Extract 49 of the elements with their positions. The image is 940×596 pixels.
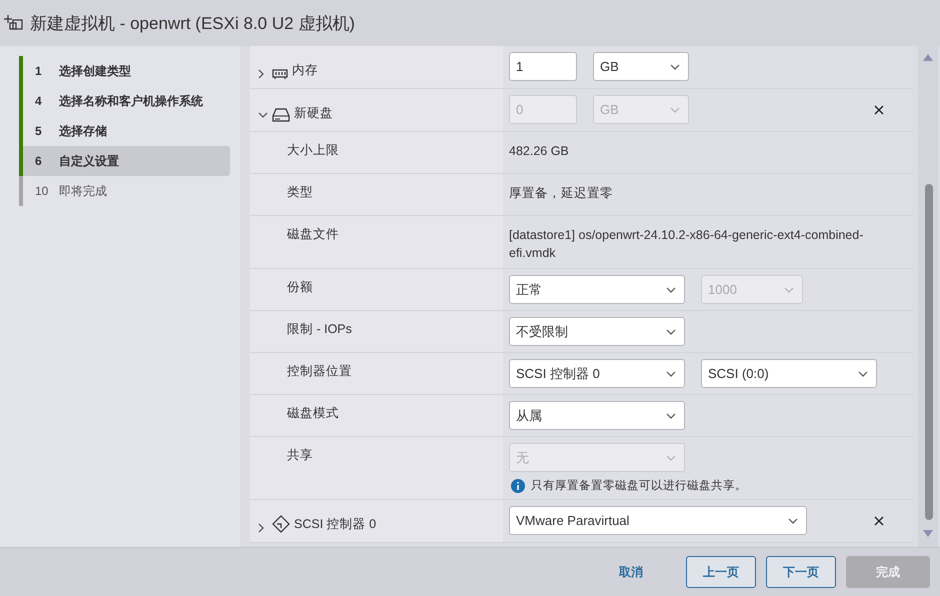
chevron-down-icon xyxy=(666,370,676,376)
memory-icon xyxy=(272,69,288,79)
dropdown[interactable]: 从属 xyxy=(509,401,685,430)
remove-button[interactable] xyxy=(874,104,884,114)
field-label: 共享 xyxy=(287,447,313,464)
field-label: 份额 xyxy=(287,279,313,296)
dropdown[interactable]: GB xyxy=(593,52,689,81)
chevron-down-icon xyxy=(670,64,680,70)
chevron-down-icon xyxy=(670,106,680,112)
field-label: 内存 xyxy=(292,62,318,79)
dropdown[interactable]: SCSI 控制器 0 xyxy=(509,359,685,388)
field-label: 新硬盘 xyxy=(294,105,333,122)
field-label: 类型 xyxy=(287,184,313,201)
remove-button[interactable] xyxy=(874,516,884,526)
field-label: 限制 - IOPs xyxy=(287,321,352,338)
wizard-button[interactable]: 上一页 xyxy=(686,556,756,588)
wizard-step[interactable]: 6 自定义设置 xyxy=(23,146,230,176)
wizard-step[interactable]: 4 选择名称和客户机操作系统 xyxy=(23,86,230,116)
chevron-down-icon xyxy=(666,454,676,460)
field-label: 磁盘模式 xyxy=(287,405,339,422)
info-note: 只有厚置备置零磁盘可以进行磁盘共享。 xyxy=(531,478,747,493)
field-value: 厚置备，延迟置零 xyxy=(509,185,614,202)
new-vm-icon xyxy=(4,14,24,32)
number-field[interactable]: 1 xyxy=(509,52,577,81)
chevron-down-icon xyxy=(788,518,798,524)
diamond-icon xyxy=(272,515,290,533)
field-value: 482.26 GB xyxy=(509,143,570,160)
chevron-down-icon xyxy=(666,328,676,334)
chevron-down-icon xyxy=(666,286,676,292)
wizard-step[interactable]: 1 选择创建类型 xyxy=(23,56,230,86)
chevron-down-icon xyxy=(784,286,794,292)
dropdown[interactable]: VMware Paravirtual xyxy=(509,506,807,535)
wizard-step[interactable]: 10 即将完成 xyxy=(23,176,230,206)
dropdown[interactable]: SCSI (0:0) xyxy=(701,359,877,388)
cancel-link[interactable]: 取消 xyxy=(596,556,666,588)
wizard-step[interactable]: 5 选择存储 xyxy=(23,116,230,146)
window-title: 新建虚拟机 - openwrt (ESXi 8.0 U2 虚拟机) xyxy=(30,12,355,34)
field-label: 磁盘文件 xyxy=(287,226,339,243)
chevron-down-icon xyxy=(666,412,676,418)
dropdown[interactable]: 正常 xyxy=(509,275,685,304)
chevron-down-icon xyxy=(858,370,868,376)
dropdown[interactable]: 不受限制 xyxy=(509,317,685,346)
info-icon xyxy=(511,478,525,492)
wizard-button[interactable]: 下一页 xyxy=(766,556,836,588)
field-label: 大小上限 xyxy=(287,142,339,159)
field-label: SCSI 控制器 0 xyxy=(294,516,376,533)
field-value: [datastore1] os/openwrt-24.10.2-x86-64-generic-ext4-combined-efi.vmdk xyxy=(509,227,864,262)
field-label: 控制器位置 xyxy=(287,363,352,380)
scrollbar[interactable] xyxy=(918,46,938,548)
